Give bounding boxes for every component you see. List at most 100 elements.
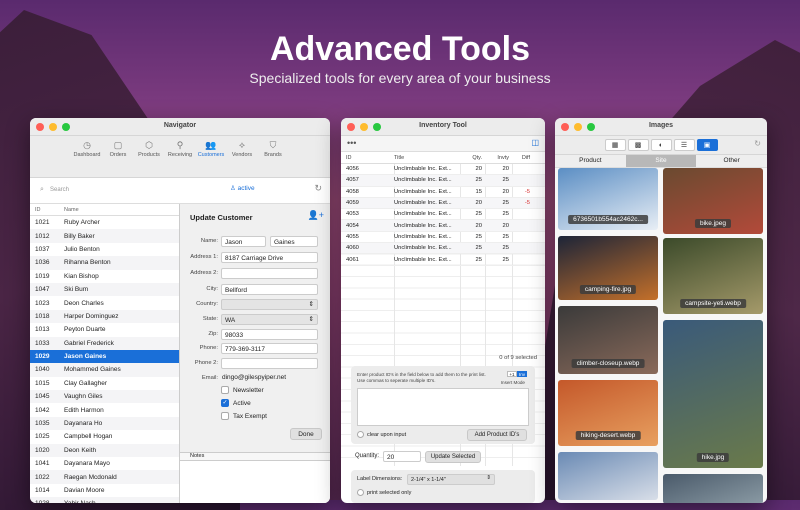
- table-row[interactable]: 4057 Unclimbable Inc. Ext... 25 25: [341, 175, 545, 187]
- list-item[interactable]: 1035 Dayanara Ho: [30, 416, 179, 431]
- segment-other[interactable]: Other: [696, 155, 767, 167]
- tab-receiving[interactable]: ⚲ Receiving: [166, 136, 195, 177]
- dashboard-icon: ◷: [83, 140, 91, 150]
- sidebar-toggle-icon[interactable]: ◫: [531, 138, 539, 147]
- list-item[interactable]: 1023 Deon Charles: [30, 296, 179, 309]
- update-selected-button[interactable]: Update Selected: [425, 451, 481, 463]
- country-select[interactable]: ⇕: [221, 299, 318, 310]
- list-item[interactable]: 1013 Peyton Duarte: [30, 323, 179, 336]
- image-icon[interactable]: ▣: [696, 139, 718, 151]
- add-product-ids-button[interactable]: Add Product ID's: [467, 429, 527, 441]
- table-row[interactable]: 4058 Unclimbable Inc. Ext... 15 20 -5: [341, 187, 545, 198]
- table-row[interactable]: 4054 Unclimbable Inc. Ext... 20 20: [341, 220, 545, 232]
- list-item[interactable]: 1018 Harper Dominguez: [30, 309, 179, 324]
- invty-column-header[interactable]: Invty: [485, 155, 512, 163]
- tab-dashboard[interactable]: ◷ Dashboard: [73, 136, 102, 177]
- list-item[interactable]: 1033 Gabriel Frederick: [30, 336, 179, 350]
- image-thumbnail[interactable]: climber-closeup.webp: [558, 306, 658, 374]
- refresh-icon[interactable]: ↻: [754, 139, 761, 148]
- list-item[interactable]: 1020 Deon Keith: [30, 443, 179, 458]
- image-thumbnail[interactable]: camping-fire.jpg: [558, 236, 658, 300]
- print-selected-only-toggle[interactable]: print selected only: [357, 489, 411, 496]
- table-row[interactable]: 4055 Unclimbable Inc. Ext... 25 25: [341, 232, 545, 244]
- image-thumbnail[interactable]: [558, 452, 658, 500]
- table-row[interactable]: 4053 Unclimbable Inc. Ext... 25 25: [341, 209, 545, 221]
- image-thumbnail[interactable]: bike.jpeg: [663, 168, 763, 234]
- last-name-field[interactable]: Gaines: [270, 236, 318, 247]
- id-column-header[interactable]: ID: [341, 155, 394, 163]
- zip-field[interactable]: 98033: [221, 329, 318, 340]
- title-column-header[interactable]: Title: [394, 155, 460, 163]
- customer-name: Gabriel Frederick: [64, 339, 114, 347]
- list-item[interactable]: 1029 Jason Gaines: [30, 349, 179, 364]
- list-item[interactable]: 1015 Clay Gallagher: [30, 377, 179, 390]
- notes-field[interactable]: [180, 461, 330, 503]
- list-item[interactable]: 1036 Rihanna Benton: [30, 256, 179, 270]
- list-icon[interactable]: ☰: [673, 139, 695, 151]
- contrast-icon[interactable]: ◐: [650, 139, 672, 151]
- active-checkbox[interactable]: ✓ Active: [221, 399, 251, 407]
- image-thumbnail[interactable]: hike.jpg: [663, 320, 763, 468]
- phone2-field[interactable]: [221, 358, 318, 369]
- table-row[interactable]: 4061 Unclimbable Inc. Ext... 25 25: [341, 254, 545, 266]
- list-item[interactable]: 1022 Raegan Mcdonald: [30, 470, 179, 484]
- clear-upon-input-toggle[interactable]: clear upon input: [357, 431, 406, 438]
- table-row[interactable]: 4059 Unclimbable Inc. Ext... 20 25 -5: [341, 197, 545, 210]
- list-item[interactable]: 1019 Kian Bishop: [30, 270, 179, 283]
- refresh-icon[interactable]: ↻: [314, 183, 322, 194]
- tax-exempt-checkbox[interactable]: Tax Exempt: [221, 412, 267, 420]
- list-item[interactable]: 1041 Dayanara Mayo: [30, 457, 179, 470]
- address1-field[interactable]: 8187 Carriage Drive: [221, 252, 318, 263]
- table-row[interactable]: 4056 Unclimbable Inc. Ext... 20 20: [341, 164, 545, 176]
- image-thumbnail[interactable]: 6736501b554ac2462c...: [558, 168, 658, 230]
- add-user-icon[interactable]: 👤+: [308, 210, 324, 221]
- newsletter-checkbox[interactable]: Newsletter: [221, 386, 264, 394]
- list-item[interactable]: 1040 Mohammed Gaines: [30, 363, 179, 377]
- tab-customers[interactable]: 👥 Customers: [197, 136, 226, 177]
- mode-inv[interactable]: Inv: [517, 371, 527, 377]
- tab-vendors[interactable]: ⟡ Vendors: [228, 136, 257, 177]
- list-item[interactable]: 1037 Julio Benton: [30, 243, 179, 256]
- insert-mode-control[interactable]: +1 Inv: [507, 371, 527, 377]
- image-thumbnail[interactable]: hiking-desert.webp: [558, 380, 658, 446]
- customer-name: Peyton Duarte: [64, 326, 106, 334]
- list-item[interactable]: 1047 Ski Bum: [30, 282, 179, 297]
- product-ids-field[interactable]: [357, 388, 529, 426]
- tab-orders[interactable]: ▢ Orders: [104, 136, 133, 177]
- list-item[interactable]: 1045 Vaughn Giles: [30, 390, 179, 404]
- list-item[interactable]: 1014 Davian Moore: [30, 484, 179, 497]
- search-field[interactable]: ⌕ Search: [36, 184, 216, 197]
- more-icon[interactable]: •••: [347, 138, 356, 148]
- image-thumbnail[interactable]: campsite-yeti.webp: [663, 238, 763, 314]
- state-select[interactable]: WA ⇕: [221, 314, 318, 325]
- list-item[interactable]: 1021 Ruby Archer: [30, 216, 179, 229]
- list-item[interactable]: 1028Yahir Nash: [30, 497, 179, 503]
- filter-toggle[interactable]: ♙ active: [230, 184, 255, 192]
- grid-small-icon[interactable]: ▩: [627, 139, 649, 151]
- city-field[interactable]: Bellford: [221, 284, 318, 295]
- id-column-header[interactable]: ID: [30, 207, 64, 215]
- mode-plus-one[interactable]: +1: [507, 371, 517, 377]
- phone-field[interactable]: 779-369-3117: [221, 343, 318, 354]
- quantity-field[interactable]: 20: [383, 451, 421, 462]
- list-item[interactable]: 1025 Campbell Hogan: [30, 430, 179, 443]
- products-icon: ⬡: [145, 140, 153, 150]
- qty-column-header[interactable]: Qty.: [460, 155, 485, 163]
- address2-field[interactable]: [221, 268, 318, 279]
- segment-product[interactable]: Product: [555, 155, 626, 167]
- grid-large-icon[interactable]: ▦: [604, 139, 626, 151]
- table-row[interactable]: 4060 Unclimbable Inc. Ext... 25 25: [341, 243, 545, 255]
- tab-products[interactable]: ⬡ Products: [135, 136, 164, 177]
- name-column-header[interactable]: Name: [64, 207, 79, 215]
- first-name-field[interactable]: Jason: [221, 236, 266, 247]
- image-caption: campsite-yeti.webp: [680, 299, 746, 308]
- customer-list: ID Name 1021 Ruby Archer 1012 Billy Baker 103…: [30, 204, 180, 503]
- tab-brands[interactable]: ⛉ Brands: [259, 136, 288, 177]
- list-item[interactable]: 1012 Billy Baker: [30, 229, 179, 243]
- segment-site[interactable]: Site: [625, 155, 697, 167]
- diff-column-header[interactable]: Diff: [512, 155, 536, 163]
- label-dimensions-select[interactable]: 2-1/4" x 1-1/4" ⇕: [407, 474, 495, 485]
- done-button[interactable]: Done: [290, 428, 322, 440]
- image-thumbnail[interactable]: [663, 474, 763, 503]
- list-item[interactable]: 1042 Edith Harmon: [30, 403, 179, 416]
